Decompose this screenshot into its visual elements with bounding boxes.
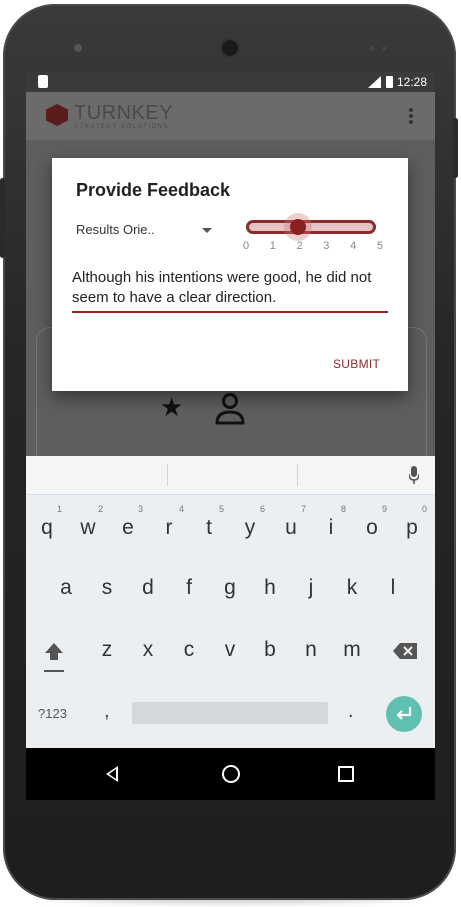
key-m[interactable]: m [337, 638, 367, 662]
slider-label: 1 [269, 240, 276, 252]
suggestion-strip [26, 456, 435, 495]
logo-text: TURNKEY [74, 102, 174, 124]
key-u[interactable]: u [276, 516, 306, 540]
key-f[interactable]: f [174, 576, 204, 600]
key-hint: 5 [219, 504, 225, 514]
key-l[interactable]: l [378, 576, 408, 600]
key-z[interactable]: z [92, 638, 122, 662]
key-y[interactable]: y [235, 516, 265, 540]
dialog-title: Provide Feedback [76, 180, 231, 200]
power-button [453, 118, 458, 178]
back-icon-inner [109, 769, 116, 779]
key-t[interactable]: t [194, 516, 224, 540]
space-bar[interactable] [132, 702, 328, 724]
period-key[interactable]: . [348, 700, 354, 723]
backspace-icon[interactable] [392, 642, 418, 660]
navigation-bar [26, 748, 435, 800]
slider-labels: 0 1 2 3 4 5 [243, 240, 383, 252]
feedback-dialog: Provide Feedback Results Orie.. 0 1 2 3 … [52, 158, 408, 391]
enter-icon [396, 707, 412, 720]
key-s[interactable]: s [92, 576, 122, 600]
rating-slider-thumb[interactable] [290, 219, 306, 235]
key-w[interactable]: w [73, 516, 103, 540]
key-g[interactable]: g [215, 576, 245, 600]
star-icon[interactable]: ★ [160, 392, 183, 423]
person-icon[interactable] [214, 392, 246, 426]
status-bar: 12:28 [26, 72, 435, 92]
text-field-underline [72, 311, 388, 313]
status-time: 12:28 [396, 75, 427, 89]
overflow-menu-icon[interactable] [409, 108, 413, 126]
key-hint: 8 [341, 504, 347, 514]
key-r[interactable]: r [154, 516, 184, 540]
key-hint: 3 [138, 504, 144, 514]
shift-underline [44, 670, 64, 672]
key-hint: 1 [57, 504, 63, 514]
symbols-key[interactable]: ?123 [38, 706, 67, 721]
key-hint: 0 [422, 504, 428, 514]
key-o[interactable]: o [357, 516, 387, 540]
shift-icon[interactable] [42, 640, 66, 664]
recents-icon[interactable] [338, 766, 354, 782]
battery-icon [386, 76, 393, 88]
slider-label: 5 [376, 240, 383, 252]
key-n[interactable]: n [296, 638, 326, 662]
key-h[interactable]: h [255, 576, 285, 600]
key-hint: 7 [301, 504, 307, 514]
logo-subtext: STRATEGY SOLUTIONS [74, 124, 170, 130]
key-hint: 4 [179, 504, 185, 514]
dropdown-arrow-icon[interactable] [202, 228, 212, 233]
category-dropdown[interactable]: Results Orie.. [76, 222, 155, 237]
key-k[interactable]: k [337, 576, 367, 600]
home-icon[interactable] [222, 765, 240, 783]
keyboard: q w e r t y u i o p 1 2 3 4 5 6 7 8 9 0 … [26, 456, 435, 748]
sim-icon [38, 75, 48, 88]
volume-button [0, 178, 5, 258]
slider-label: 2 [296, 240, 303, 252]
earpiece [220, 38, 240, 58]
feedback-text-field[interactable]: Although his intentions were good, he di… [72, 268, 390, 308]
slider-label: 4 [350, 240, 357, 252]
divider [167, 464, 168, 486]
key-hint: 2 [98, 504, 104, 514]
sensor [370, 46, 375, 51]
key-hint: 6 [260, 504, 266, 514]
divider [297, 464, 298, 486]
slider-label: 3 [323, 240, 330, 252]
key-j[interactable]: j [296, 576, 326, 600]
sensor [382, 46, 387, 51]
key-c[interactable]: c [174, 638, 204, 662]
key-e[interactable]: e [113, 516, 143, 540]
screen: 12:28 TURNKEY STRATEGY SOLUTIONS ★ Provi… [26, 72, 435, 800]
key-p[interactable]: p [397, 516, 427, 540]
key-a[interactable]: a [51, 576, 81, 600]
signal-icon [368, 76, 381, 88]
key-hint: 9 [382, 504, 388, 514]
key-d[interactable]: d [133, 576, 163, 600]
key-q[interactable]: q [32, 516, 62, 540]
key-b[interactable]: b [255, 638, 285, 662]
enter-button[interactable] [386, 696, 422, 732]
key-i[interactable]: i [316, 516, 346, 540]
slider-label: 0 [243, 240, 250, 252]
comma-key[interactable]: , [104, 700, 110, 723]
submit-button[interactable]: SUBMIT [333, 357, 380, 371]
front-camera [74, 44, 82, 52]
key-v[interactable]: v [215, 638, 245, 662]
key-x[interactable]: x [133, 638, 163, 662]
mic-icon[interactable] [409, 466, 419, 484]
